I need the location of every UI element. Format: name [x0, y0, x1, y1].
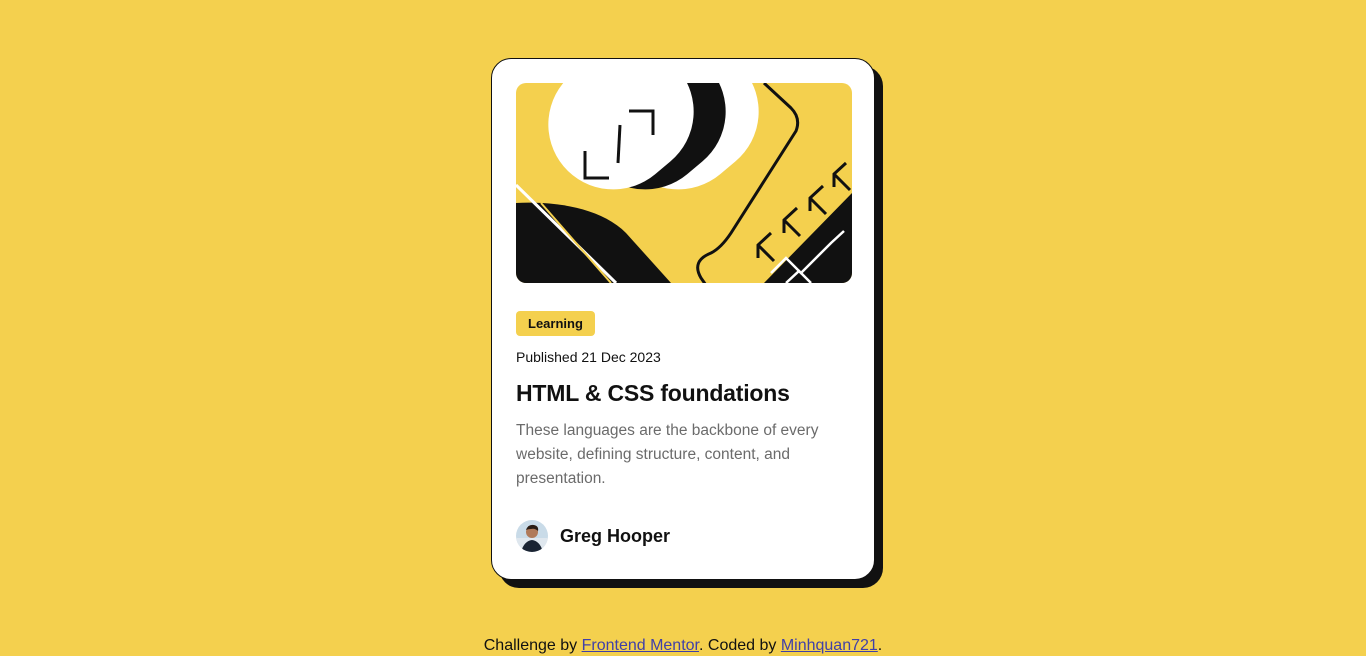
attribution-prefix: Challenge by	[483, 637, 582, 654]
blog-preview-card: Learning Published 21 Dec 2023 HTML & CS…	[491, 58, 875, 580]
hero-illustration	[516, 83, 852, 283]
author-name: Greg Hooper	[560, 525, 671, 546]
card-title[interactable]: HTML & CSS foundations	[516, 378, 850, 408]
author: Greg Hooper	[516, 520, 670, 552]
published-date: Published 21 Dec 2023	[516, 349, 661, 365]
category-tag: Learning	[516, 311, 595, 336]
frontend-mentor-link[interactable]: Frontend Mentor	[582, 637, 699, 654]
user-avatar	[516, 520, 548, 552]
attribution: Challenge by Frontend Mentor. Coded by M…	[0, 636, 1366, 656]
attribution-middle: . Coded by	[699, 637, 781, 654]
author-profile-link[interactable]: Minhquan721	[781, 637, 878, 654]
card-description: These languages are the backbone of ever…	[516, 422, 819, 487]
attribution-suffix: .	[877, 637, 883, 654]
